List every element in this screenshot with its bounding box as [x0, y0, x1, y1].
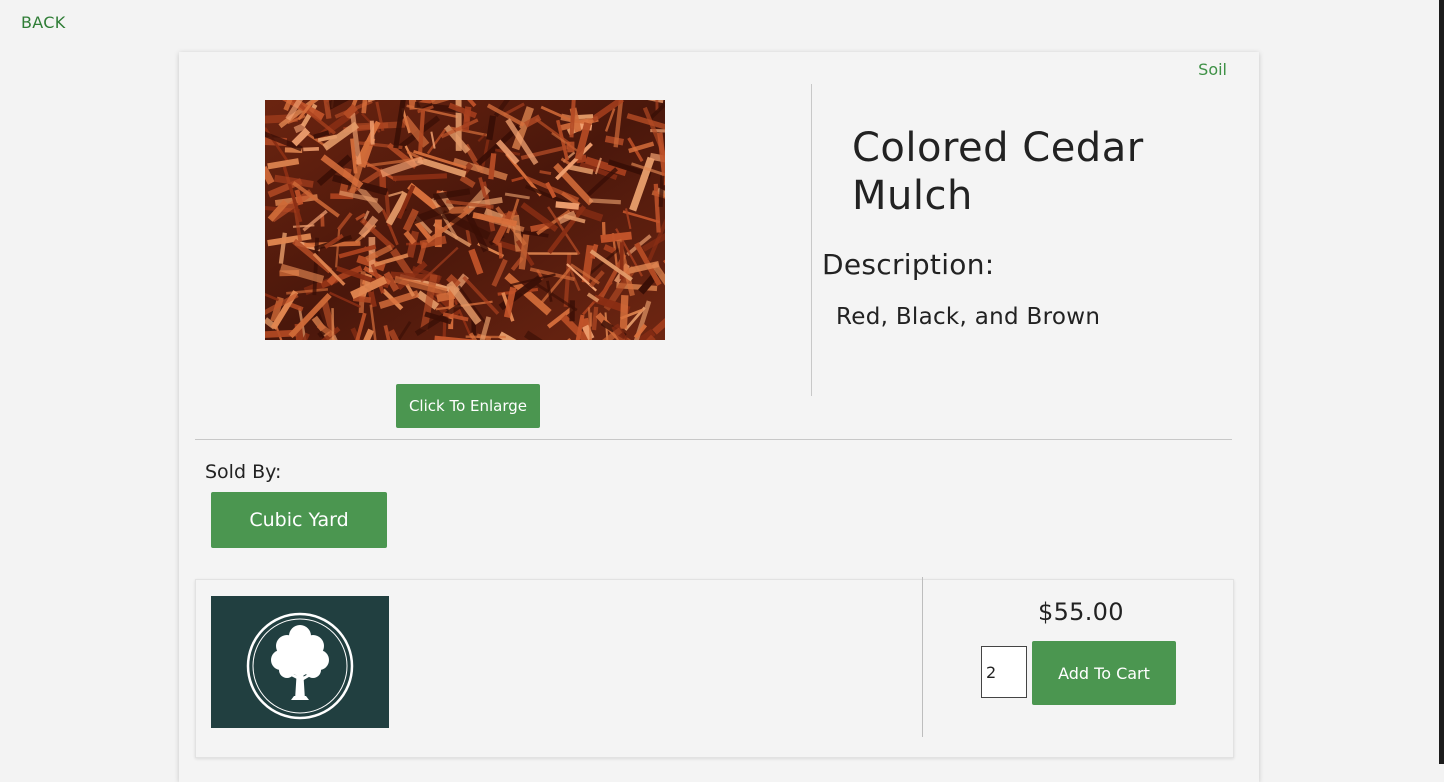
unit-cubic-yard-button[interactable]: Cubic Yard	[211, 492, 387, 548]
enlarge-button[interactable]: Click To Enlarge	[396, 384, 540, 428]
product-card: Soil Click To Enlarge Colored Cedar Mulc…	[179, 52, 1259, 782]
window-edge	[1439, 0, 1444, 764]
quantity-input[interactable]	[981, 646, 1027, 698]
description-text: Red, Black, and Brown	[836, 304, 1100, 330]
category-link[interactable]: Soil	[1198, 60, 1227, 79]
description-heading: Description:	[822, 248, 995, 281]
product-image[interactable]	[265, 100, 665, 340]
sold-by-label: Sold By:	[205, 461, 281, 483]
seller-logo	[211, 596, 389, 728]
mulch-photo	[265, 100, 665, 340]
back-link[interactable]: BACK	[21, 13, 66, 32]
section-divider	[195, 439, 1232, 440]
column-divider	[811, 84, 812, 396]
purchase-divider	[922, 577, 923, 737]
tree-logo-icon	[211, 596, 389, 728]
price: $55.00	[1038, 598, 1124, 626]
add-to-cart-button[interactable]: Add To Cart	[1032, 641, 1176, 705]
purchase-panel: $55.00 Add To Cart	[195, 579, 1234, 758]
product-title: Colored Cedar Mulch	[852, 124, 1212, 220]
